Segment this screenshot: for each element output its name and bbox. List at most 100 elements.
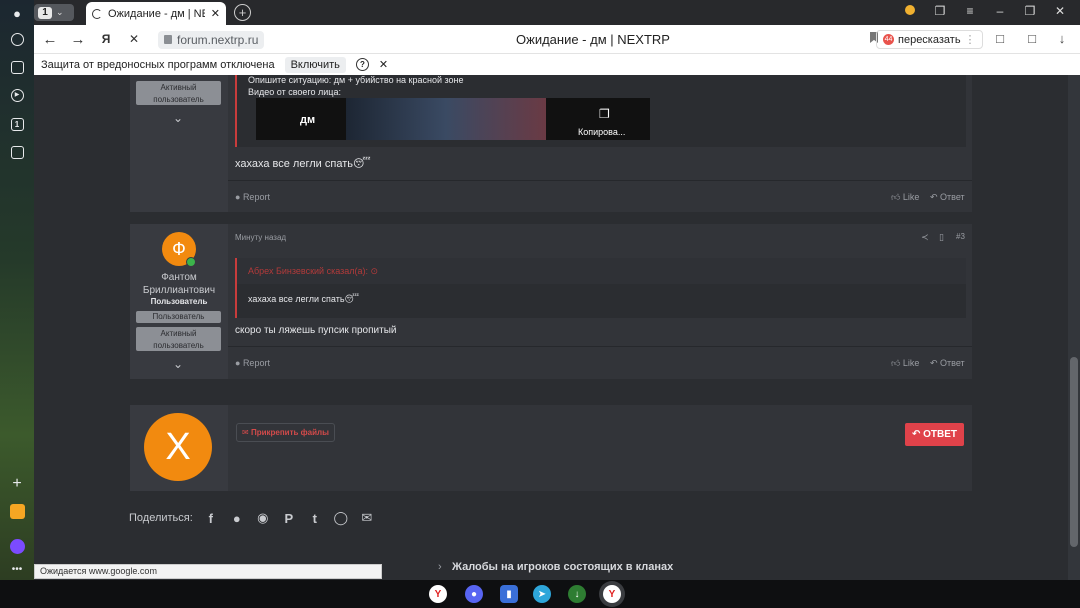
tab-count: 1 (38, 6, 52, 19)
sleeping-emoji: 😴 (344, 294, 359, 304)
current-user-avatar[interactable]: X (144, 413, 212, 481)
mail-icon[interactable] (9, 503, 25, 519)
profile-icon[interactable]: ● (9, 5, 25, 21)
breadcrumb-current[interactable]: Жалобы на игроков состоящих в кланах (452, 561, 673, 573)
post-time[interactable]: Минуту назад (235, 233, 286, 242)
video-icon[interactable]: ▶ (9, 87, 25, 103)
reply-link[interactable]: ↶ Ответ (930, 192, 965, 203)
os-taskbar: Y ● ▮ ➤ ↓ Y (0, 580, 1080, 608)
tumblr-icon[interactable]: t (307, 511, 323, 526)
new-tab-button[interactable]: + (234, 4, 251, 21)
forward-icon[interactable]: → (64, 31, 92, 48)
retell-badge: 44 (883, 34, 894, 45)
reply-link[interactable]: ↶ Ответ (930, 358, 965, 369)
quote-author[interactable]: Абрех Бинзевский сказал(а): ⊙ (248, 266, 378, 277)
post-3: Ф Фантом Бриллиантович Пользователь Поль… (130, 224, 972, 379)
twitter-icon[interactable]: ● (229, 511, 245, 526)
active-tab[interactable]: Ожидание - дм | NEXTRP ✕ (86, 2, 226, 25)
discord-icon[interactable]: ● (465, 585, 483, 603)
download-icon[interactable]: ↓ (1054, 31, 1070, 46)
close-infobar-icon[interactable]: ✕ (379, 58, 388, 71)
reply-editor[interactable]: ✉ Прикрепить файлы ↶ ОТВЕТ (228, 405, 972, 491)
collections-icon[interactable] (9, 59, 25, 75)
facebook-icon[interactable]: f (203, 511, 219, 526)
back-icon[interactable]: ← (36, 31, 64, 48)
downloader-icon[interactable]: ↓ (568, 585, 586, 603)
reddit-icon[interactable]: ◉ (255, 510, 271, 526)
video-copy-label[interactable]: Копирова... (578, 127, 625, 137)
history-icon[interactable] (9, 31, 25, 47)
menu-icon[interactable]: ≡ (960, 4, 980, 18)
report-link[interactable]: ● Report (235, 192, 270, 202)
attach-files-button[interactable]: ✉ Прикрепить файлы (236, 423, 335, 442)
chevron-down-icon[interactable]: ⌄ (173, 357, 183, 371)
quote-text: хахаха все легли спать😴 (248, 294, 359, 304)
address-bar-row: ← → Я ✕ forum.nextrp.ru Ожидание - дм | … (34, 25, 1080, 53)
padlock-icon[interactable]: □ (992, 31, 1008, 46)
url-pill[interactable]: forum.nextrp.ru (158, 30, 265, 49)
post-3-message: скоро ты ляжешь пупсик пропитый (235, 325, 397, 336)
add-panel-icon[interactable]: + (9, 475, 25, 492)
yandex-browser-icon[interactable]: Y (429, 585, 447, 603)
url-box[interactable]: forum.nextrp.ru Ожидание - дм | NEXTRP (158, 29, 878, 50)
lock-icon (164, 35, 172, 44)
video-thumbnail (346, 98, 546, 140)
share-post-icon[interactable]: ≺ (921, 232, 929, 243)
reply-user-column: X (130, 405, 228, 491)
share-row: Поделиться: f ● ◉ P t ◯ ✉ (129, 510, 375, 526)
telegram-icon[interactable]: ➤ (533, 585, 551, 603)
quote-link-icon: ⊙ (370, 266, 379, 276)
like-button[interactable]: 👍︎ Like (891, 192, 919, 203)
explorer-icon[interactable]: ▮ (500, 585, 518, 603)
post-2: Активный пользователь ⌄ Опишите ситуацию… (130, 75, 972, 212)
retell-label: пересказать (898, 33, 961, 46)
alice-icon[interactable] (9, 538, 25, 554)
translate-icon[interactable]: □ (1024, 31, 1040, 46)
close-window-icon[interactable]: ✕ (1050, 4, 1070, 18)
video-embed[interactable]: дм ❐ Копирова... (256, 98, 650, 140)
more-options-icon[interactable]: ⋮ (965, 33, 976, 46)
restore-icon[interactable]: ❐ (1020, 4, 1040, 18)
yandex-browser-active-icon[interactable]: Y (603, 585, 621, 603)
pinterest-icon[interactable]: P (281, 511, 297, 526)
whatsapp-icon[interactable]: ◯ (333, 510, 349, 526)
tab-counter-icon[interactable]: 1 (9, 116, 25, 132)
post-2-message: хахаха все легли спать😴 (235, 157, 371, 170)
chevron-down-icon: ⌄ (56, 7, 64, 17)
post-3-footer: ● Report 👍︎ Like ↶ Ответ (228, 346, 972, 378)
tab-count-button[interactable]: 1 ⌄ (34, 4, 74, 21)
page-scrollbar[interactable] (1068, 75, 1080, 580)
page-title: Ожидание - дм | NEXTRP (516, 32, 670, 47)
copy-icon[interactable]: ❐ (599, 107, 610, 121)
minimize-icon[interactable]: – (990, 4, 1010, 18)
submit-reply-button[interactable]: ↶ ОТВЕТ (904, 423, 964, 446)
close-tab-icon[interactable]: ✕ (211, 7, 220, 20)
chevron-down-icon[interactable]: ⌄ (173, 111, 183, 125)
email-icon[interactable]: ✉ (359, 510, 375, 526)
retell-button[interactable]: 44 пересказать ⋮ (876, 30, 983, 49)
scroll-thumb[interactable] (1070, 357, 1078, 547)
stop-icon[interactable]: ✕ (120, 32, 148, 46)
report-link[interactable]: ● Report (235, 358, 270, 368)
post-3-quote: Абрех Бинзевский сказал(а): ⊙ хахаха все… (235, 258, 966, 318)
post-2-body: Опишите ситуацию: дм + убийство на красн… (228, 75, 972, 212)
post-2-footer: ● Report 👍︎ Like ↶ Ответ (228, 180, 972, 212)
status-bar: Ожидается www.google.com (34, 564, 382, 579)
like-button[interactable]: 👍︎ Like (891, 358, 919, 369)
protect-icon[interactable] (900, 4, 920, 18)
help-icon[interactable]: ? (355, 58, 369, 71)
collections-tab-icon[interactable]: ❐ (930, 4, 950, 18)
online-status-icon (186, 257, 196, 267)
bookmark-post-icon[interactable]: ▯ (939, 232, 944, 243)
share-label: Поделиться: (129, 512, 193, 524)
username[interactable]: Фантом Бриллиантович (132, 271, 226, 297)
more-icon[interactable]: ••• (9, 561, 25, 577)
post-number[interactable]: #3 (956, 232, 965, 241)
enable-protection-button[interactable]: Включить (284, 56, 346, 73)
active-user-badge: Активный пользователь (136, 327, 221, 351)
quote-line-2: Видео от своего лица: (248, 87, 341, 97)
screenshot-icon[interactable] (9, 144, 25, 160)
browser-sidebar: ● ▶ 1 + ••• (0, 0, 34, 580)
yandex-icon[interactable]: Я (92, 32, 120, 46)
forum-page: Активный пользователь ⌄ Опишите ситуацию… (34, 75, 1068, 580)
